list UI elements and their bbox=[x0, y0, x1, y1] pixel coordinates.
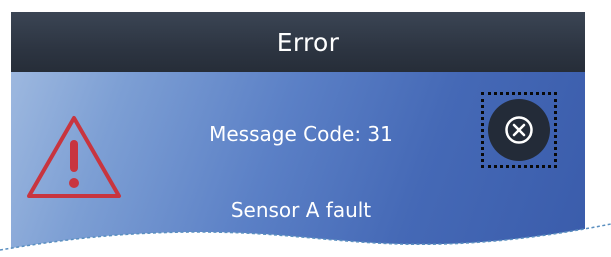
close-button[interactable] bbox=[481, 92, 557, 168]
title-bar: Error bbox=[11, 12, 585, 72]
dialog-title: Error bbox=[276, 27, 340, 57]
close-circle-x-icon bbox=[505, 116, 533, 144]
close-button-circle bbox=[488, 99, 550, 161]
torn-edge-divider bbox=[0, 223, 611, 257]
warning-triangle-icon bbox=[27, 116, 121, 198]
message-code-label: Message Code: 31 bbox=[209, 122, 393, 146]
